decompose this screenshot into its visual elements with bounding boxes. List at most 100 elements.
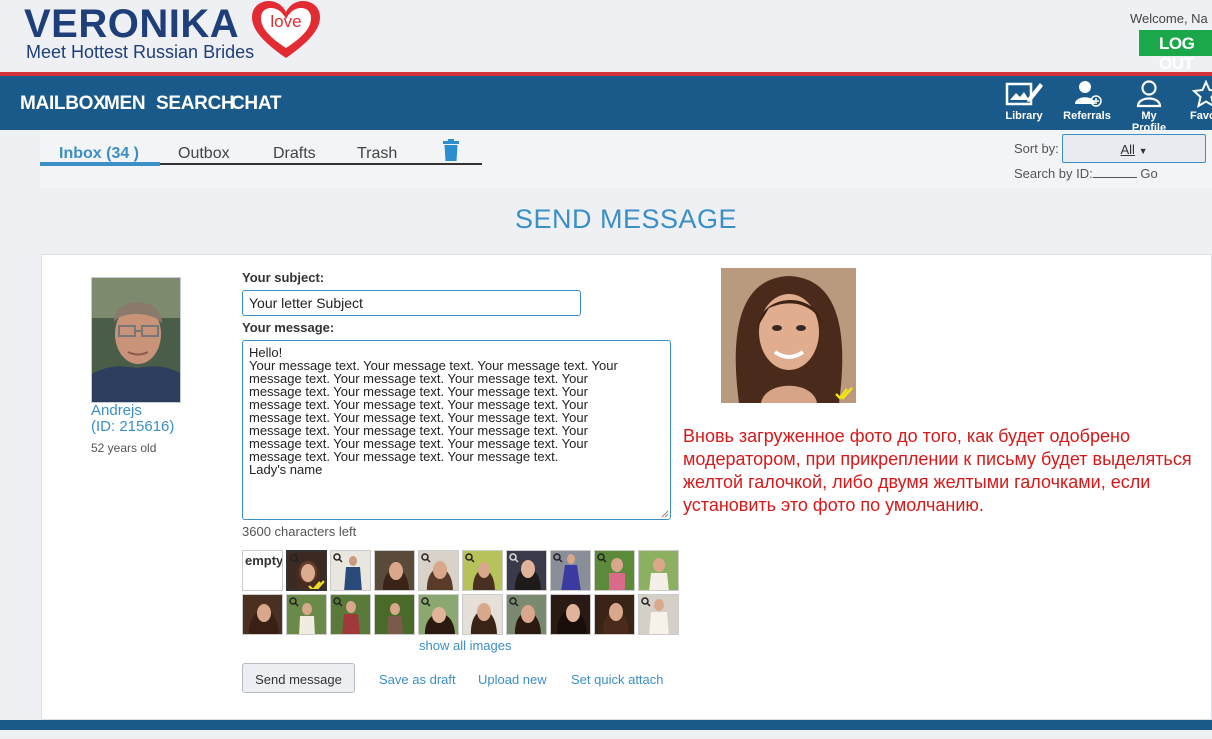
thumb-photo[interactable]	[638, 594, 679, 635]
zoom-icon	[597, 553, 607, 563]
attachment-thumbnails: empty	[242, 550, 682, 638]
thumb-photo[interactable]	[374, 594, 415, 635]
thumb-image	[249, 604, 279, 634]
double-check-icon	[835, 387, 853, 400]
thumb-image	[471, 603, 497, 634]
welcome-text: Welcome, Na	[1130, 11, 1208, 26]
zoom-icon	[421, 553, 431, 563]
sort-value: All	[1120, 142, 1135, 157]
nav-search[interactable]: SEARCH	[156, 93, 235, 115]
sort-select[interactable]: All ▼	[1062, 134, 1206, 163]
thumb-photo[interactable]	[506, 594, 547, 635]
tab-trash[interactable]: Trash	[357, 145, 397, 163]
thumb-photo[interactable]	[286, 594, 327, 635]
thumb-photo[interactable]	[374, 550, 415, 591]
zoom-icon	[641, 597, 651, 607]
thumb-photo[interactable]	[418, 594, 459, 635]
tab-drafts[interactable]: Drafts	[273, 145, 316, 163]
logout-button[interactable]: LOG OUT	[1139, 30, 1212, 73]
thumb-photo[interactable]	[462, 594, 503, 635]
nav-library[interactable]: Library	[1003, 80, 1045, 122]
chars-left: 3600 characters left	[242, 524, 357, 539]
site-header: VERONIKA Meet Hottest Russian Brides lov…	[0, 0, 1212, 73]
zoom-icon	[333, 553, 343, 563]
main-nav: MAILBOX MEN SEARCH CHAT Library Referral…	[0, 76, 1212, 134]
nav-my-profile[interactable]: My Profile	[1126, 80, 1172, 134]
thumb-photo[interactable]	[594, 550, 635, 591]
quick-attach-link[interactable]: Set quick attach	[571, 672, 664, 687]
moderation-note: Вновь загруженное фото до того, как буде…	[683, 426, 1192, 515]
sort-label: Sort by:	[1014, 141, 1059, 156]
logo-tagline: Meet Hottest Russian Brides	[26, 42, 255, 62]
trash-icon[interactable]	[443, 139, 459, 161]
thumb-photo[interactable]	[418, 550, 459, 591]
thumb-photo[interactable]	[330, 550, 371, 591]
thumb-image	[387, 603, 403, 634]
recipient-name: Andrejs	[91, 402, 142, 419]
footer-bar	[0, 720, 1212, 730]
logo-badge-text: love	[270, 12, 301, 31]
thumb-photo[interactable]	[550, 594, 591, 635]
man-photo	[92, 278, 180, 402]
tab-inbox[interactable]: Inbox (34 )	[59, 145, 139, 163]
thumb-empty-label: empty	[245, 553, 283, 568]
zoom-icon	[465, 553, 475, 563]
library-icon	[1005, 82, 1043, 106]
nav-chat[interactable]: CHAT	[231, 93, 281, 115]
thumb-photo[interactable]	[330, 594, 371, 635]
message-label: Your message:	[242, 320, 335, 335]
thumb-photo[interactable]	[638, 550, 679, 591]
zoom-icon	[509, 553, 519, 563]
nav-men[interactable]: MEN	[104, 93, 146, 115]
thumb-image	[603, 603, 629, 634]
nav-library-label: Library	[1005, 110, 1043, 122]
referrals-icon	[1075, 81, 1102, 107]
save-draft-link[interactable]: Save as draft	[379, 672, 456, 687]
recipient-name-block[interactable]: Andrejs (ID: 215616)	[91, 403, 174, 435]
star-icon	[1192, 80, 1212, 108]
caret-down-icon: ▼	[1138, 146, 1148, 156]
site-logo[interactable]: VERONIKA Meet Hottest Russian Brides lov…	[24, 1, 324, 68]
logo-wordmark: VERONIKA	[24, 2, 240, 46]
tab-outbox[interactable]: Outbox	[178, 145, 230, 163]
upload-new-link[interactable]: Upload new	[478, 672, 547, 687]
recipient-id: (ID: 215616)	[91, 418, 175, 435]
send-message-button[interactable]: Send message	[242, 663, 355, 693]
heart-logo-icon: love	[252, 1, 320, 58]
subject-input[interactable]: Your letter Subject	[242, 290, 581, 316]
zoom-icon	[509, 597, 519, 607]
thumb-photo[interactable]	[550, 550, 591, 591]
zoom-icon	[289, 597, 299, 607]
search-by-id: Search by ID: Go	[1014, 166, 1158, 181]
thumb-photo[interactable]	[594, 594, 635, 635]
message-textarea[interactable]: Hello! Your message text. Your message t…	[242, 340, 671, 520]
zoom-icon	[421, 597, 431, 607]
nav-referrals[interactable]: Referrals	[1063, 80, 1111, 122]
thumb-photo-selected[interactable]	[286, 550, 327, 591]
search-go-link[interactable]: Go	[1140, 166, 1157, 181]
recipient-avatar[interactable]	[91, 277, 181, 403]
thumb-photo[interactable]	[462, 550, 503, 591]
zoom-icon	[553, 553, 563, 563]
show-all-images-link[interactable]: show all images	[419, 638, 512, 653]
attached-photo-preview	[721, 268, 856, 403]
search-id-label: Search by ID:	[1014, 166, 1093, 181]
page-title: SEND MESSAGE	[514, 204, 738, 234]
recipient-age: 52 years old	[91, 441, 157, 455]
subject-label: Your subject:	[242, 270, 325, 285]
thumb-empty[interactable]: empty	[242, 550, 283, 591]
double-check-icon	[308, 580, 325, 589]
thumb-image	[649, 558, 669, 590]
zoom-icon	[333, 597, 343, 607]
thumb-photo[interactable]	[506, 550, 547, 591]
mailbox-tabs-bar: Inbox (34 ) Outbox Drafts Trash Sort by:…	[40, 130, 1212, 188]
nav-mailbox[interactable]: MAILBOX	[20, 93, 106, 115]
nav-favorites-label: Favo	[1190, 110, 1212, 122]
nav-referrals-label: Referrals	[1063, 110, 1111, 122]
thumb-photo[interactable]	[242, 594, 283, 635]
thumb-image	[383, 562, 409, 590]
zoom-icon	[290, 554, 300, 564]
resize-handle-icon[interactable]	[661, 510, 669, 518]
nav-favorites[interactable]: Favo	[1190, 80, 1212, 122]
search-id-input[interactable]	[1092, 166, 1137, 178]
